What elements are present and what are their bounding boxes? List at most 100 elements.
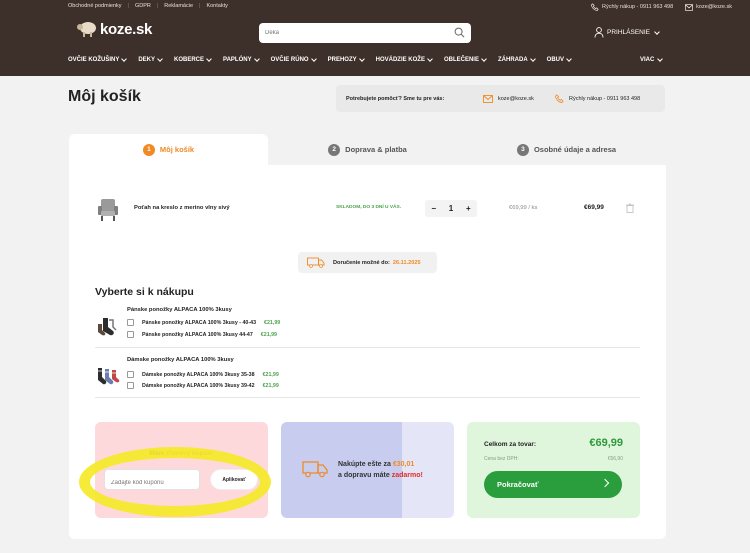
nav-item-more[interactable]: VIAC <box>640 56 664 63</box>
upsell-checkbox[interactable] <box>127 319 134 326</box>
nav-item-oblecenie[interactable]: OBLEČENIE <box>444 56 488 63</box>
chevron-down-icon <box>566 56 572 62</box>
stock-status: SKLADOM, DO 3 DNÍ U VÁS. <box>336 205 402 210</box>
nav-item-hovadzie[interactable]: HOVÄDZIE KOŽE <box>376 56 434 63</box>
chevron-down-icon <box>529 56 536 62</box>
main-nav: OVČIE KOŽUŠINY DEKY KOBERCE PAPLÓNY OVČI… <box>68 56 664 63</box>
product-image[interactable] <box>95 196 121 222</box>
cart-item-row: Poťah na kreslo z merino vlny sivý SKLAD… <box>95 196 640 222</box>
step-number: 3 <box>516 143 529 156</box>
order-summary: Celkom za tovar: €69,99 Cena bez DPH: €5… <box>467 422 640 518</box>
upsell-option[interactable]: Pánske ponožky ALPACA 100% 3kusy 44-47 €… <box>127 331 277 338</box>
help-email[interactable]: koze@koze.sk <box>483 94 534 103</box>
search-box[interactable] <box>259 23 471 43</box>
divider <box>95 347 640 348</box>
top-phone-label: Rýchly nákup - 0911 963 498 <box>602 4 674 10</box>
divider <box>95 397 640 398</box>
top-link-contacts[interactable]: Kontakty <box>206 3 227 9</box>
chevron-down-icon <box>657 56 664 62</box>
quantity-decrease-button[interactable]: − <box>431 204 436 213</box>
net-value: €56,90 <box>607 456 623 462</box>
help-box: Potrebujete pomôcť? Sme tu pre vás: koze… <box>336 85 665 112</box>
upsell-option-price: €21,99 <box>260 331 277 338</box>
phone-icon <box>555 94 564 103</box>
step-label: Osobné údaje a adresa <box>533 145 617 154</box>
product-image[interactable] <box>95 316 121 338</box>
quantity-stepper: − 1 + <box>425 200 477 217</box>
page-title: Môj košík <box>68 88 141 105</box>
delivery-label: Doručenie možné do: <box>333 259 390 266</box>
step-personal-details[interactable]: 3 Osobné údaje a adresa <box>467 134 666 165</box>
chevron-down-icon <box>121 56 128 62</box>
mail-icon <box>483 94 493 103</box>
chevron-down-icon <box>253 56 260 62</box>
unit-price: €69,99 / ks <box>509 205 538 211</box>
top-email[interactable]: koze@koze.sk <box>685 3 732 11</box>
step-shipping-payment[interactable]: 2 Doprava & platba <box>268 134 467 165</box>
help-question: Potrebujete pomôcť? Sme tu pre vás: <box>346 95 445 102</box>
help-email-label: koze@koze.sk <box>498 95 534 102</box>
delivery-info: Doručenie možné do: 26.11.2025 <box>298 252 437 273</box>
upsell-option-price: €21,99 <box>262 382 279 389</box>
nav-item-paplony[interactable]: PAPLÓNY <box>223 56 261 63</box>
product-name[interactable]: Poťah na kreslo z merino vlny sivý <box>134 205 230 211</box>
login-button[interactable]: PRIHLÁSENIE <box>594 27 661 38</box>
step-label: Môj košík <box>159 145 195 154</box>
remaining-amount: €30,01 <box>392 461 415 468</box>
quantity-value[interactable]: 1 <box>449 204 453 213</box>
chevron-down-icon <box>206 56 212 62</box>
site-logo[interactable]: koze.sk <box>76 20 152 38</box>
step-number: 2 <box>328 143 341 156</box>
top-phone[interactable]: Rýchly nákup - 0911 963 498 <box>591 3 673 11</box>
quantity-increase-button[interactable]: + <box>466 204 471 213</box>
upsell-option-label: Pánske ponožky ALPACA 100% 3kusy 44-47 <box>142 331 253 338</box>
nav-item-runo[interactable]: OVČIE RÚNO <box>271 56 318 63</box>
chevron-down-icon <box>654 28 660 35</box>
search-icon[interactable] <box>454 27 465 38</box>
free-shipping-panel: Nakúpte ešte za €30,01 a dopravu máte za… <box>281 422 454 518</box>
nav-item-koberce[interactable]: KOBERCE <box>174 56 213 63</box>
step-number: 1 <box>142 143 155 156</box>
search-input[interactable] <box>259 23 439 43</box>
top-links: Obchodné podmienky | GDPR | Reklamácie | Ko… <box>68 3 228 9</box>
chevron-down-icon <box>481 56 487 62</box>
nav-item-zahrada[interactable]: ZÁHRADA <box>498 56 537 63</box>
upsell-option[interactable]: Pánske ponožky ALPACA 100% 3kusy - 40-43… <box>127 319 280 326</box>
chevron-down-icon <box>427 56 433 62</box>
chevron-right-icon <box>600 478 610 488</box>
user-icon <box>594 27 604 38</box>
nav-item-obuv[interactable]: OBUV <box>547 56 573 63</box>
trash-icon[interactable] <box>626 203 634 213</box>
chevron-down-icon <box>157 56 163 62</box>
help-phone[interactable]: Rýchly nákup - 0911 963 498 <box>555 94 640 103</box>
upsell-group-title: Dámske ponožky ALPACA 100% 3kusy <box>127 357 234 363</box>
continue-button[interactable]: Pokračovať <box>484 471 622 498</box>
top-link-gdpr[interactable]: GDPR <box>135 3 151 9</box>
top-link-complaints[interactable]: Reklamácie <box>164 3 193 9</box>
upsell-title: Vyberte si k nákupu <box>95 286 194 298</box>
checkout-steps: 1 Môj košík 2 Doprava & platba 3 Osobné … <box>69 134 666 165</box>
upsell-checkbox[interactable] <box>127 382 134 389</box>
upsell-checkbox[interactable] <box>127 371 134 378</box>
chevron-down-icon <box>358 56 365 62</box>
upsell-option[interactable]: Dámske ponožky ALPACA 100% 3kusy 39-42 €… <box>127 382 279 389</box>
site-header: Obchodné podmienky | GDPR | Reklamácie | Ko… <box>0 0 750 76</box>
top-link-terms[interactable]: Obchodné podmienky <box>68 3 122 9</box>
truck-icon <box>307 257 325 268</box>
nav-item-kozusiny[interactable]: OVČIE KOŽUŠINY <box>68 56 128 63</box>
upsell-checkbox[interactable] <box>127 331 134 338</box>
mail-icon <box>685 3 694 11</box>
total-value: €69,99 <box>589 437 623 449</box>
nav-item-prehozy[interactable]: PREHOZY <box>328 56 366 63</box>
product-image[interactable] <box>95 366 121 388</box>
upsell-group-men: Pánske ponožky ALPACA 100% 3kusy Pánske … <box>95 307 640 343</box>
nav-item-deky[interactable]: DEKY <box>138 56 164 63</box>
sheep-logo-icon <box>77 22 96 37</box>
step-cart[interactable]: 1 Môj košík <box>69 134 268 165</box>
upsell-option-label: Dámske ponožky ALPACA 100% 3kusy 35-38 <box>142 371 255 378</box>
upsell-group-title: Pánske ponožky ALPACA 100% 3kusy <box>127 307 232 313</box>
upsell-option[interactable]: Dámske ponožky ALPACA 100% 3kusy 35-38 €… <box>127 371 279 378</box>
continue-label: Pokračovať <box>497 480 539 489</box>
net-label: Cena bez DPH: <box>484 456 519 462</box>
total-label: Celkom za tovar: <box>484 441 537 448</box>
